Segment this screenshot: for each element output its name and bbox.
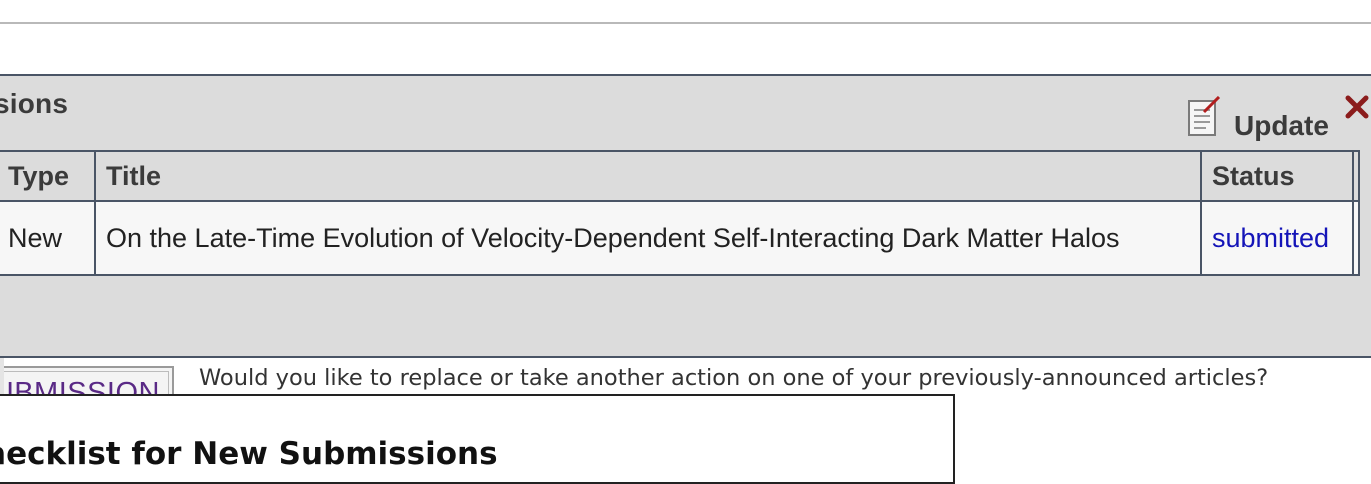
delete-x-icon[interactable] [1344,94,1371,128]
top-divider [0,22,1371,24]
column-header-status: Status [1200,150,1354,202]
note-line-1: Would you like to replace or take anothe… [199,365,1269,391]
checklist-box: hecklist for New Submissions [0,394,955,484]
status-link[interactable]: submitted [1212,223,1329,253]
update-label[interactable]: Update [1234,110,1329,142]
submissions-panel: sions Update Type Title Status New On th… [0,74,1371,420]
cell-type: New [0,200,96,276]
edit-document-icon[interactable] [1186,95,1222,138]
column-header-title: Title [94,150,1202,202]
panel-title: sions [0,88,69,119]
column-header-type: Type [0,150,96,202]
left-edge-strip [0,358,4,394]
table-header-row: Type Title Status [0,150,1360,202]
submissions-table: Type Title Status New On the Late-Time E… [0,150,1360,276]
update-link[interactable]: Update [1186,90,1329,141]
checklist-title: hecklist for New Submissions [0,436,498,472]
table-row: New On the Late-Time Evolution of Veloci… [0,200,1360,276]
cell-title: On the Late-Time Evolution of Velocity-D… [94,200,1202,276]
